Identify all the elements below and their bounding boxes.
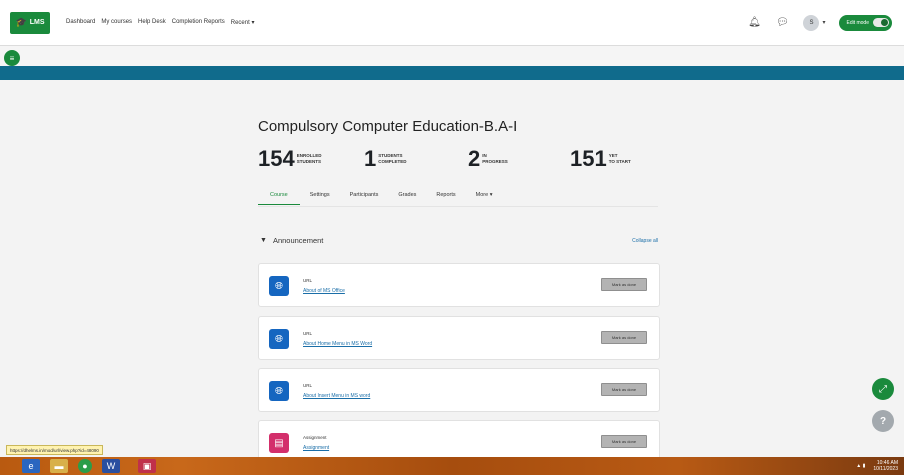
assignment-icon: ▤ xyxy=(269,433,289,453)
activity-item: 🌐︎ URL About Insert Menu in MS word Mark… xyxy=(258,368,660,412)
chevron-down-icon[interactable]: ▼ xyxy=(260,237,267,244)
tabs-divider xyxy=(258,206,658,207)
mark-as-done-button[interactable]: Mark as done xyxy=(601,331,647,344)
network-icon[interactable]: ▲ ▮ xyxy=(856,463,865,469)
chat-bubble-icon[interactable]: 💬︎ xyxy=(775,17,789,28)
activity-type: URL xyxy=(303,331,313,336)
bell-icon[interactable]: 🔔︎ xyxy=(747,17,761,28)
stat-yet-to-start: 151 YET TO START xyxy=(570,146,631,172)
expand-fab-button[interactable]: ⤢ xyxy=(872,378,894,400)
mark-as-done-button[interactable]: Mark as done xyxy=(601,435,647,448)
tab-course[interactable]: Course xyxy=(258,188,300,205)
stat-label: ENROLLED STUDENTS xyxy=(296,153,322,164)
brand-label: LMS xyxy=(29,19,45,26)
tab-more[interactable]: More ▾ xyxy=(466,188,503,205)
clock-date: 10/11/2023 xyxy=(873,466,898,472)
nav-recent-menu[interactable]: Recent ▾ xyxy=(231,19,255,26)
stat-value: 151 xyxy=(570,146,607,171)
help-fab-button[interactable]: ? xyxy=(872,410,894,432)
activity-link[interactable]: About Home Menu in MS Word xyxy=(303,341,372,347)
site-logo[interactable]: 🎓 LMS xyxy=(10,11,50,34)
nav-help-desk-link[interactable]: Help Desk xyxy=(138,19,166,26)
windows-taskbar: e ▬ ● W ▣ ▲ ▮ 10:46 AM 10/11/2023 xyxy=(0,457,904,475)
activity-link[interactable]: About Insert Menu in MS word xyxy=(303,393,370,399)
course-tabs: Course Settings Participants Grades Repo… xyxy=(258,188,658,205)
top-navbar: 🎓 LMS Dashboard My courses Help Desk Com… xyxy=(0,0,904,46)
edit-mode-toggle[interactable]: Edit mode xyxy=(839,14,892,31)
main-content: Compulsory Computer Education-B.A-I 154 … xyxy=(0,80,904,464)
nav-completion-reports-link[interactable]: Completion Reports xyxy=(172,19,225,26)
activity-link[interactable]: About of MS Office xyxy=(303,288,345,294)
nav-my-courses-link[interactable]: My courses xyxy=(101,19,132,26)
stat-in-progress: 2 IN PROGRESS xyxy=(468,146,508,172)
course-stats: 154 ENROLLED STUDENTS 1 STUDENTS COMPLETED… xyxy=(258,146,668,172)
stat-label: IN PROGRESS xyxy=(482,153,508,164)
app-icon[interactable]: ▣ xyxy=(138,459,156,473)
tab-settings[interactable]: Settings xyxy=(300,188,340,205)
stat-completed: 1 STUDENTS COMPLETED xyxy=(364,146,407,172)
status-url-tooltip: https://dhelms.in/mod/url/view.php?id=48… xyxy=(6,445,103,455)
system-tray: ▲ ▮ 10:46 AM 10/11/2023 xyxy=(856,460,898,472)
tab-participants[interactable]: Participants xyxy=(340,188,389,205)
edit-mode-label: Edit mode xyxy=(846,19,869,26)
collapse-all-link[interactable]: Collapse all xyxy=(632,238,658,244)
globe-icon: 🌐︎ xyxy=(269,276,289,296)
page-title: Compulsory Computer Education-B.A-I xyxy=(258,118,518,135)
activity-item: 🌐︎ URL About of MS Office Mark as done xyxy=(258,263,660,307)
stat-label: STUDENTS COMPLETED xyxy=(378,153,407,164)
stat-value: 1 xyxy=(364,146,377,171)
mark-as-done-button[interactable]: Mark as done xyxy=(601,278,647,291)
stat-enrolled: 154 ENROLLED STUDENTS xyxy=(258,146,321,172)
question-mark-icon: ? xyxy=(879,415,887,427)
mark-as-done-button[interactable]: Mark as done xyxy=(601,383,647,396)
word-icon[interactable]: W xyxy=(102,459,120,473)
stat-value: 154 xyxy=(258,146,295,171)
stat-value: 2 xyxy=(468,146,481,171)
file-explorer-icon[interactable]: ▬ xyxy=(50,459,68,473)
avatar: S xyxy=(803,14,820,31)
internet-explorer-icon[interactable]: e xyxy=(22,459,40,473)
clock[interactable]: 10:46 AM 10/11/2023 xyxy=(873,460,898,472)
globe-icon: 🌐︎ xyxy=(269,381,289,401)
section-header: ▼ Announcement Collapse all xyxy=(260,236,658,245)
activity-type: URL xyxy=(303,383,313,388)
user-menu[interactable]: S ▾ xyxy=(803,14,826,31)
section-title[interactable]: Announcement xyxy=(273,236,323,245)
activity-type: URL xyxy=(303,278,313,283)
header-color-band xyxy=(0,66,904,80)
graduation-cap-icon: 🎓 xyxy=(15,17,27,27)
navbar-user-area: 🔔︎ 💬︎ S ▾ Edit mode xyxy=(747,14,892,31)
activity-item: 🌐︎ URL About Home Menu in MS Word Mark a… xyxy=(258,316,660,360)
chrome-icon[interactable]: ● xyxy=(78,459,92,473)
chevron-down-icon: ▾ xyxy=(822,20,826,26)
menu-icon: ≡ xyxy=(9,53,15,63)
stat-label: YET TO START xyxy=(608,153,631,164)
activity-link[interactable]: Assignment xyxy=(303,445,329,451)
toggle-switch-icon xyxy=(873,18,889,27)
activity-type: Assignment xyxy=(303,435,327,440)
tab-grades[interactable]: Grades xyxy=(388,188,426,205)
globe-icon: 🌐︎ xyxy=(269,329,289,349)
expand-arrows-icon: ⤢ xyxy=(879,383,887,395)
nav-dashboard-link[interactable]: Dashboard xyxy=(66,19,95,26)
primary-navigation: Dashboard My courses Help Desk Completio… xyxy=(66,19,254,26)
tab-reports[interactable]: Reports xyxy=(426,188,465,205)
course-index-drawer-button[interactable]: ≡ xyxy=(4,50,20,66)
